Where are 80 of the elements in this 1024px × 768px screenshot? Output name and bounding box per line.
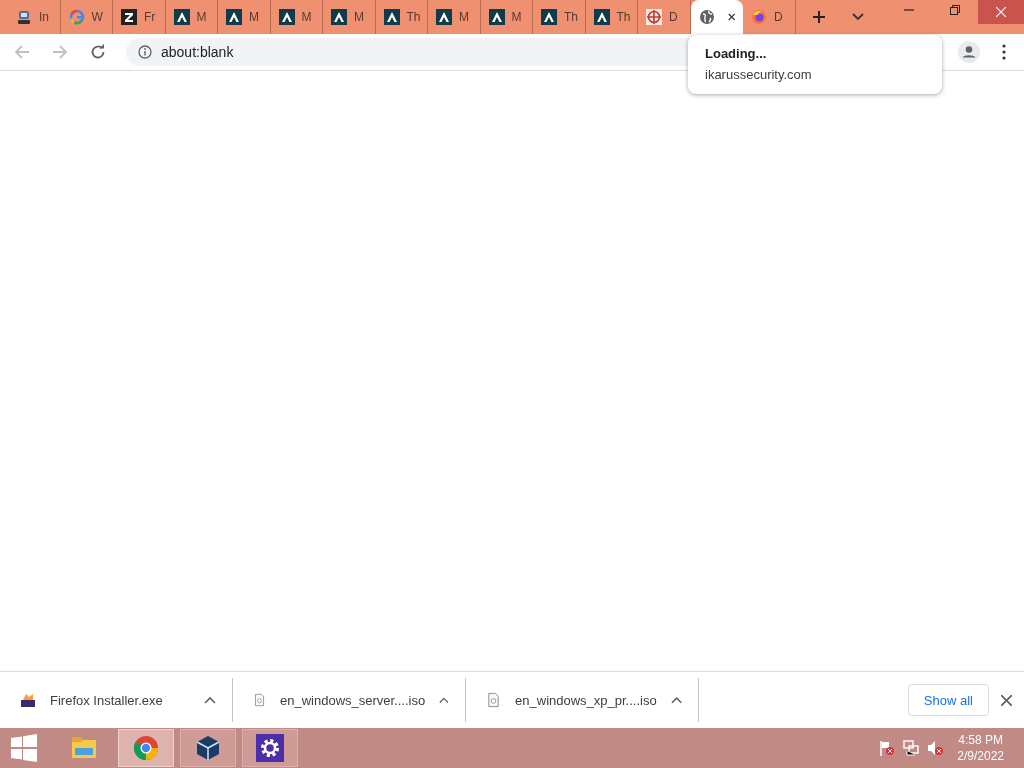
taskbar-button[interactable] xyxy=(242,729,298,767)
hover-card-url: ikarussecurity.com xyxy=(705,67,813,82)
globe-icon xyxy=(698,9,715,25)
tab-title: W xyxy=(91,10,103,24)
tab-title: M xyxy=(301,10,312,24)
speaker-muted-icon[interactable] xyxy=(927,740,944,756)
browser-tab[interactable]: M xyxy=(323,0,376,34)
tab-title: M xyxy=(249,10,259,24)
close-icon[interactable] xyxy=(727,12,735,22)
tab-title: M xyxy=(459,10,469,24)
cube-icon xyxy=(194,734,222,762)
browser-tab[interactable]: Th xyxy=(533,0,586,34)
download-item[interactable]: en_windows_server....iso xyxy=(233,678,466,722)
lambda-icon xyxy=(541,9,557,25)
caret-up-icon[interactable] xyxy=(439,696,449,704)
lambda-icon xyxy=(173,9,190,25)
flag-error-icon[interactable] xyxy=(879,740,896,756)
lambda-icon xyxy=(278,9,295,25)
download-name: en_windows_xp_pr....iso xyxy=(515,692,657,708)
browser-tab[interactable]: M xyxy=(480,0,533,34)
tab-title: Th xyxy=(564,10,578,24)
lambda-icon xyxy=(436,9,452,25)
browser-tab[interactable]: D xyxy=(743,0,796,34)
more-menu-icon[interactable] xyxy=(1002,44,1006,60)
lambda-icon xyxy=(593,9,610,25)
tab-title: M xyxy=(511,10,522,24)
close-icon[interactable] xyxy=(1001,694,1012,706)
chrome-ball-icon xyxy=(132,734,160,762)
restore-icon[interactable] xyxy=(950,5,960,15)
tab-title: D xyxy=(669,10,678,24)
crosshair-icon xyxy=(646,9,662,25)
tab-title: D xyxy=(774,10,783,24)
download-name: en_windows_server....iso xyxy=(280,692,426,708)
tab-title: M xyxy=(196,10,207,24)
google-g-icon xyxy=(68,9,85,25)
taskbar-button[interactable] xyxy=(180,729,236,767)
z-letter-icon xyxy=(121,9,137,25)
lambda-icon xyxy=(331,9,347,25)
address-text: about:blank xyxy=(161,44,234,60)
caret-up-icon[interactable] xyxy=(670,696,682,704)
browser-tab[interactable]: Fr xyxy=(113,0,166,34)
document-icon xyxy=(486,692,502,708)
info-icon xyxy=(138,45,152,59)
chevron-down-icon[interactable] xyxy=(852,13,864,21)
tab-title: Th xyxy=(616,10,631,24)
browser-tab[interactable]: M xyxy=(270,0,323,34)
tab-title: M xyxy=(354,10,364,24)
browser-tab[interactable]: Th xyxy=(375,0,428,34)
lambda-icon xyxy=(226,9,242,25)
windows-logo-icon[interactable] xyxy=(10,734,38,762)
download-item[interactable]: en_windows_xp_pr....iso xyxy=(466,678,699,722)
close-icon xyxy=(996,7,1006,17)
lambda-icon xyxy=(488,9,505,25)
browser-tab[interactable]: D xyxy=(638,0,691,34)
installer-box-icon xyxy=(20,692,36,708)
hover-card-title: Loading... xyxy=(705,46,768,61)
caret-up-icon[interactable] xyxy=(204,696,216,704)
new-tab-icon[interactable] xyxy=(811,10,826,24)
tab-title: Th xyxy=(406,10,421,24)
tab-title: In xyxy=(39,10,49,24)
browser-tab[interactable] xyxy=(690,0,743,34)
browser-tab[interactable]: In xyxy=(8,0,61,34)
browser-tab[interactable]: W xyxy=(60,0,113,34)
reload-icon[interactable] xyxy=(90,44,106,60)
gear-icon xyxy=(256,734,284,762)
tab-title: Fr xyxy=(144,10,156,24)
browser-tab[interactable]: M xyxy=(165,0,218,34)
download-name: Firefox Installer.exe xyxy=(50,692,164,708)
browser-tab[interactable]: M xyxy=(218,0,271,34)
clock[interactable]: 4:58 PM 2/9/2022 xyxy=(957,733,1004,763)
browser-tab[interactable]: M xyxy=(428,0,481,34)
clock-time: 4:58 PM xyxy=(958,733,1003,747)
lambda-icon xyxy=(383,9,400,25)
network-icon[interactable] xyxy=(903,740,920,756)
download-item[interactable]: Firefox Installer.exe xyxy=(0,678,233,722)
show-all-button[interactable]: Show all xyxy=(907,684,989,716)
browser-tab[interactable]: Th xyxy=(585,0,638,34)
profile-icon[interactable] xyxy=(958,41,980,63)
document-icon xyxy=(253,692,266,708)
clock-date: 2/9/2022 xyxy=(957,749,1004,763)
